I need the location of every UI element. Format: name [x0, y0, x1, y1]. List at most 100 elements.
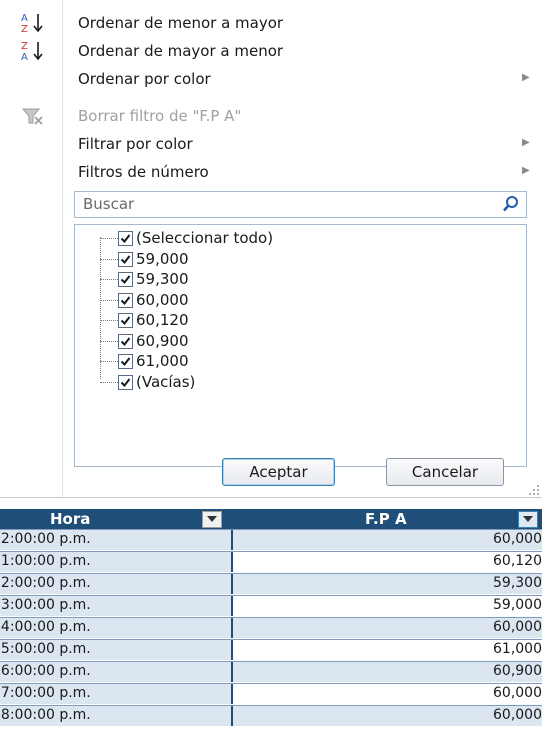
cell-fpa[interactable]: 59,000: [233, 596, 542, 616]
cell-fpa[interactable]: 59,300: [233, 574, 542, 594]
checkmark-icon: [120, 316, 131, 326]
checkbox[interactable]: [118, 313, 133, 328]
resize-grip-icon[interactable]: [528, 482, 540, 495]
tree-connector: [100, 258, 118, 260]
cell-hora[interactable]: 05:00:00 p.m.: [0, 640, 233, 660]
cell-hora-value: 02:00:00 p.m.: [0, 575, 91, 591]
svg-text:A: A: [21, 52, 28, 63]
cell-fpa[interactable]: 60,120: [233, 552, 542, 572]
cell-hora[interactable]: 07:00:00 p.m.: [0, 684, 233, 704]
checkmark-icon: [120, 275, 131, 285]
checkmark-icon: [120, 295, 131, 305]
spreadsheet-table: Hora F.P A 12:00:00 p.m. 60,000 01:00:00 p…: [0, 497, 542, 754]
svg-text:A: A: [21, 13, 28, 24]
cell-hora-value: 01:00:00 p.m.: [0, 553, 91, 569]
table-row: 05:00:00 p.m. 61,000: [0, 639, 542, 660]
search-input[interactable]: Buscar: [74, 191, 527, 218]
checkmark-icon: [120, 377, 131, 387]
cell-hora-value: 03:00:00 p.m.: [0, 597, 91, 613]
chevron-down-icon: [523, 516, 533, 522]
cell-hora[interactable]: 06:00:00 p.m.: [0, 662, 233, 682]
filter-value-list[interactable]: (Seleccionar todo) 59,000 59,300 60,000 60,1…: [74, 224, 527, 467]
table-row: 04:00:00 p.m. 60,000: [0, 617, 542, 638]
checkbox[interactable]: [118, 292, 133, 308]
sort-z-to-a-icon: Z A: [19, 39, 49, 63]
cell-hora-value: 05:00:00 p.m.: [0, 641, 91, 657]
cell-fpa[interactable]: 61,000: [233, 640, 542, 660]
cell-fpa-value: 60,120: [493, 553, 542, 569]
menu-item-label: Ordenar de menor a mayor: [78, 14, 284, 32]
table-row: 06:00:00 p.m. 60,900: [0, 661, 542, 682]
cell-fpa[interactable]: 60,000: [233, 706, 542, 726]
tree-connector: [100, 340, 118, 342]
svg-text:Z: Z: [21, 41, 28, 52]
tree-connector: [100, 279, 118, 280]
submenu-arrow-icon: ▶: [522, 72, 530, 83]
checkbox[interactable]: [118, 374, 133, 390]
cell-fpa-value: 60,000: [493, 707, 542, 723]
cell-hora[interactable]: 04:00:00 p.m.: [0, 618, 233, 638]
table-row: 01:00:00 p.m. 60,120: [0, 551, 542, 572]
tree-connector: [100, 299, 118, 301]
cell-hora-value: 08:00:00 p.m.: [0, 707, 91, 723]
menu-item-clear-filter[interactable]: Borrar filtro de "F.P A": [0, 103, 542, 129]
cell-hora[interactable]: 12:00:00 p.m.: [0, 530, 233, 550]
checkbox[interactable]: [118, 272, 133, 287]
cell-fpa[interactable]: 60,000: [233, 618, 542, 638]
cell-fpa-value: 61,000: [493, 641, 542, 657]
tree-connector: [100, 361, 118, 362]
search-icon[interactable]: [502, 195, 520, 213]
autofilter-dropdown: A Z Ordenar de menor a mayor Z A Ordenar…: [0, 0, 542, 497]
tree-connector: [100, 381, 118, 383]
menu-item-label: Filtros de número: [78, 163, 209, 181]
filter-list-item-label: 60,120: [136, 311, 189, 329]
filter-list-item-label: 59,000: [136, 249, 189, 268]
checkmark-icon: [120, 234, 131, 244]
table-row: 02:00:00 p.m. 59,300: [0, 573, 542, 594]
cell-fpa-value: 60,000: [493, 531, 542, 547]
menu-item-filter-by-color[interactable]: Filtrar por color ▶: [0, 131, 542, 157]
checkbox[interactable]: [118, 333, 133, 349]
filter-list-item-label: 59,300: [136, 270, 189, 288]
checkmark-icon: [120, 357, 131, 367]
checkbox[interactable]: [118, 354, 133, 369]
cell-hora[interactable]: 08:00:00 p.m.: [0, 706, 233, 726]
cell-hora-value: 04:00:00 p.m.: [0, 619, 91, 635]
filter-list-item-label: 60,000: [136, 290, 189, 309]
submenu-arrow-icon: ▶: [522, 137, 530, 148]
cell-fpa[interactable]: 60,900: [233, 662, 542, 682]
filter-list-item-label: (Seleccionar todo): [136, 229, 274, 247]
menu-item-sort-desc[interactable]: Z A Ordenar de mayor a menor: [0, 38, 542, 64]
cancel-button[interactable]: Cancelar: [386, 458, 504, 486]
tree-connector: [100, 238, 118, 239]
column-header-hora: Hora: [50, 510, 91, 528]
checkbox[interactable]: [118, 251, 133, 267]
cell-fpa-value: 59,000: [493, 597, 542, 613]
cell-hora-value: 06:00:00 p.m.: [0, 663, 91, 679]
ok-button[interactable]: Aceptar: [222, 458, 335, 486]
cell-hora[interactable]: 01:00:00 p.m.: [0, 552, 233, 572]
cell-fpa[interactable]: 60,000: [233, 530, 542, 550]
menu-item-number-filters[interactable]: Filtros de número ▶: [0, 159, 542, 185]
filter-dropdown-button-hora[interactable]: [202, 511, 222, 528]
chevron-down-icon: [207, 516, 217, 522]
cell-fpa-value: 60,000: [493, 685, 542, 701]
menu-item-sort-asc[interactable]: A Z Ordenar de menor a mayor: [0, 10, 542, 36]
filter-dropdown-button-fpa[interactable]: [518, 511, 538, 528]
menu-item-label: Ordenar de mayor a menor: [78, 42, 284, 60]
checkbox[interactable]: [118, 231, 133, 246]
clear-filter-icon: [19, 104, 49, 128]
cell-hora-value: 12:00:00 p.m.: [0, 531, 91, 547]
search-placeholder: Buscar: [83, 195, 135, 213]
table-row: 12:00:00 p.m. 60,000: [0, 529, 542, 550]
cell-fpa[interactable]: 60,000: [233, 684, 542, 704]
menu-item-sort-by-color[interactable]: Ordenar por color ▶: [0, 66, 542, 92]
menu-item-label: Filtrar por color: [78, 135, 193, 153]
menu-item-label: Borrar filtro de "F.P A": [78, 107, 242, 125]
cell-fpa-value: 59,300: [493, 575, 542, 591]
cell-hora[interactable]: 02:00:00 p.m.: [0, 574, 233, 594]
cell-hora[interactable]: 03:00:00 p.m.: [0, 596, 233, 616]
checkmark-icon: [120, 336, 131, 346]
column-header-fpa: F.P A: [365, 510, 407, 528]
menu-item-label: Ordenar por color: [78, 70, 211, 88]
